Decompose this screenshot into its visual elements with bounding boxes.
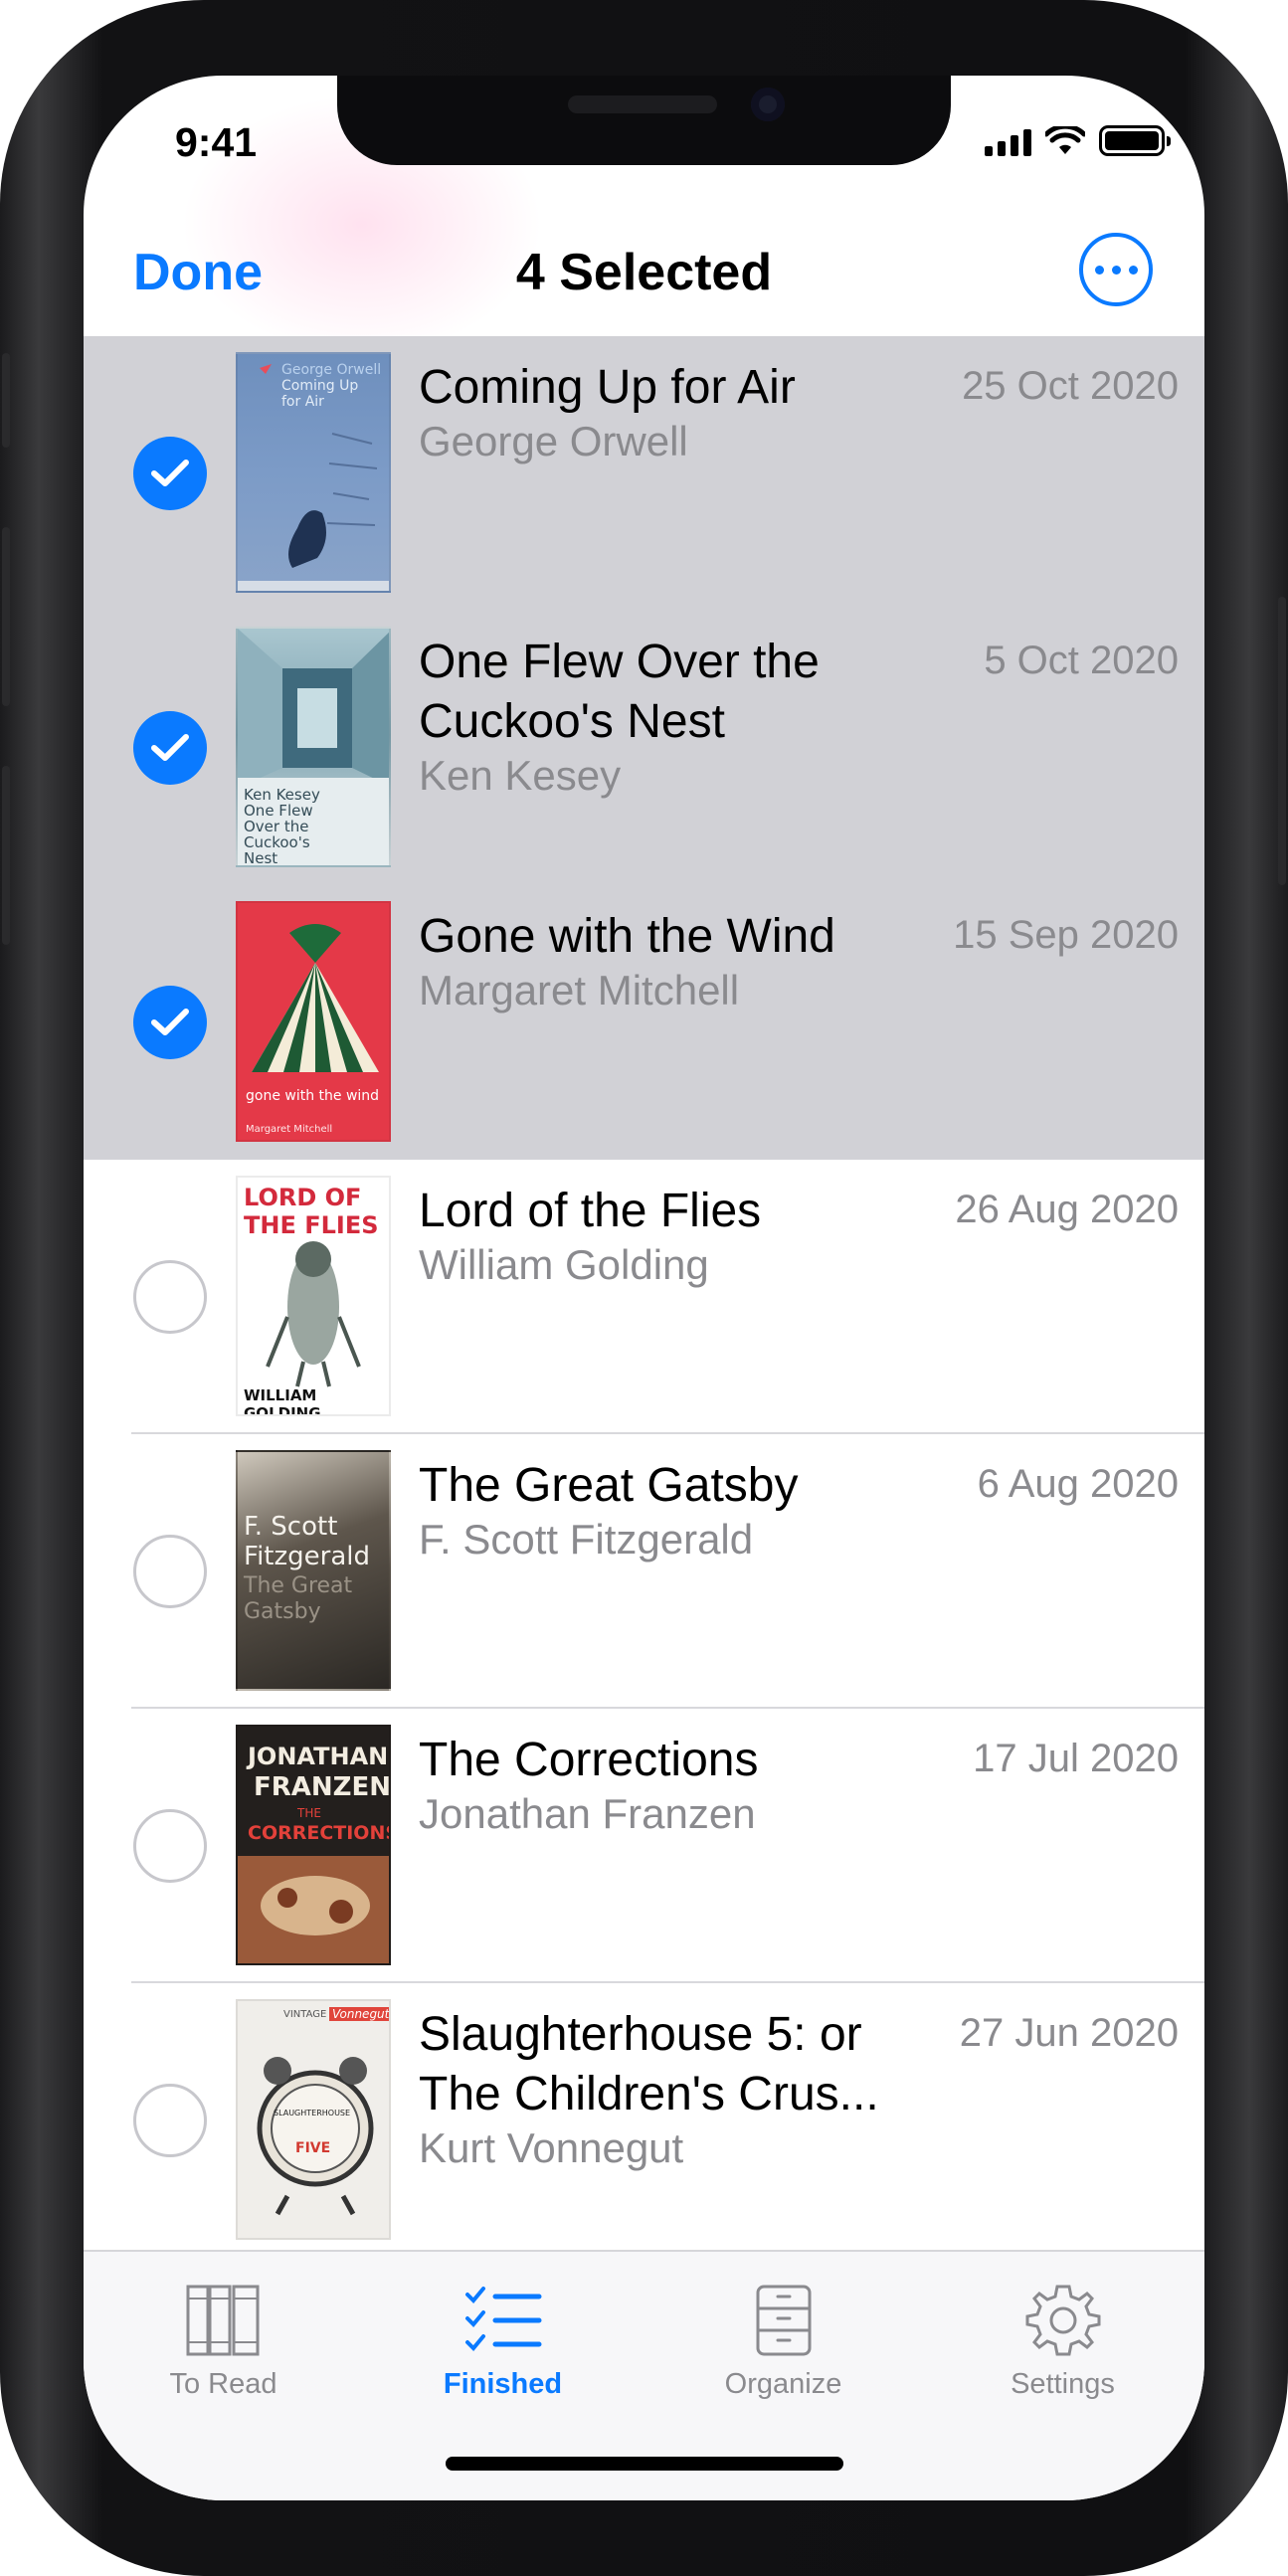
books-icon (186, 2285, 259, 2356)
cover-title: The Great (244, 1573, 353, 1598)
home-indicator[interactable] (446, 2457, 843, 2471)
cover-author: WILLIAM GOLDING (244, 1386, 321, 1416)
cover-illustration (252, 924, 379, 1072)
book-author: George Orwell (419, 418, 688, 464)
notch (337, 76, 951, 165)
unselected-circle-icon[interactable] (133, 1535, 207, 1608)
book-cover: gone with the wind Margaret Mitchell (236, 901, 391, 1142)
book-title: Slaughterhouse 5: or The Children's Crus… (419, 2008, 879, 2120)
book-date: 5 Oct 2020 (984, 639, 1179, 682)
navigation-bar: Done 4 Selected (84, 205, 1204, 336)
cover-author: F. Scott (244, 1512, 338, 1542)
checkmark-selected-icon[interactable] (133, 986, 207, 1059)
cover-author: Margaret Mitchell (246, 1124, 333, 1135)
book-author: Kurt Vonnegut (419, 2124, 684, 2171)
book-date: 17 Jul 2020 (973, 1737, 1179, 1780)
cabinet-icon (756, 2285, 811, 2356)
tab-label: Organize (724, 2368, 842, 2400)
tab-label: To Read (169, 2368, 277, 2400)
speaker-grille (568, 95, 717, 113)
book-row[interactable]: F. Scott Fitzgerald The Great Gatsby The… (84, 1434, 1204, 1709)
cover-title: SLAUGHTERHOUSE (274, 2109, 351, 2117)
book-author: Jonathan Franzen (419, 1790, 756, 1837)
tab-finished[interactable]: Finished (363, 2252, 643, 2401)
wifi-icon (1045, 126, 1085, 154)
checkmark-selected-icon[interactable] (133, 711, 207, 785)
book-row[interactable]: George Orwell Coming Up for Air Coming U… (84, 336, 1204, 611)
book-title: Lord of the Flies (419, 1185, 762, 1237)
gear-icon (1025, 2285, 1100, 2356)
book-date: 27 Jun 2020 (959, 2011, 1179, 2055)
unselected-circle-icon[interactable] (133, 1260, 207, 1334)
book-date: 6 Aug 2020 (977, 1462, 1179, 1506)
book-author: Ken Kesey (419, 752, 622, 799)
power-button (1278, 597, 1286, 885)
book-author: William Golding (419, 1241, 709, 1288)
silent-switch (2, 353, 10, 448)
book-cover: Ken Kesey One Flew Over the Cuckoo's Nes… (236, 627, 391, 867)
book-cover: LORD OF THE FLIES WILLIAM GOLDING (236, 1176, 391, 1416)
cover-title: gone with the wind (246, 1088, 380, 1104)
book-cover: VINTAGE Vonnegut SLAUGHTERHOUSE FIVE (236, 1999, 391, 2240)
book-list: George Orwell Coming Up for Air Coming U… (84, 336, 1204, 2250)
book-author: F. Scott Fitzgerald (419, 1516, 754, 1563)
book-title: Coming Up for Air (419, 361, 796, 414)
book-row[interactable]: VINTAGE Vonnegut SLAUGHTERHOUSE FIVE Sla… (84, 1983, 1204, 2250)
book-row[interactable]: JONATHAN FRANZEN THE CORRECTIONS The Cor… (84, 1709, 1204, 1983)
iphone-frame: 9:41 Done 4 Selected George Orwell Comin… (0, 0, 1288, 2576)
volume-up-button (2, 527, 10, 706)
book-cover: George Orwell Coming Up for Air (236, 352, 391, 593)
cover-title: Gatsby (244, 1599, 321, 1624)
tab-organize[interactable]: Organize (644, 2252, 923, 2401)
cover-title: FIVE (295, 2140, 331, 2156)
status-time: 9:41 (175, 119, 258, 165)
selection-title: 4 Selected (515, 244, 773, 301)
status-icons (985, 125, 1171, 156)
volume-down-button (2, 766, 10, 945)
book-row[interactable]: gone with the wind Margaret Mitchell Gon… (84, 885, 1204, 1160)
ellipsis-circle-icon[interactable] (1079, 233, 1153, 306)
cover-illustration (238, 1856, 389, 1963)
unselected-circle-icon[interactable] (133, 2084, 207, 2157)
book-title: Gone with the Wind (419, 910, 835, 963)
book-title: The Corrections (419, 1734, 759, 1786)
front-camera (751, 88, 785, 121)
cover-illustration (238, 364, 389, 591)
book-row[interactable]: Ken Kesey One Flew Over the Cuckoo's Nes… (84, 611, 1204, 885)
checkmark-selected-icon[interactable] (133, 437, 207, 510)
cover-title: Nest (244, 849, 278, 867)
book-date: 26 Aug 2020 (955, 1188, 1179, 1231)
cover-illustration (266, 1241, 361, 1387)
screen: 9:41 Done 4 Selected George Orwell Comin… (84, 76, 1204, 2500)
cover-illustration (257, 2057, 374, 2216)
tab-to-read[interactable]: To Read (84, 2252, 363, 2401)
cellular-signal-icon (985, 128, 1031, 156)
book-date: 15 Sep 2020 (953, 913, 1179, 957)
book-date: 25 Oct 2020 (962, 364, 1179, 408)
book-row[interactable]: LORD OF THE FLIES WILLIAM GOLDING Lord o… (84, 1160, 1204, 1434)
tab-label: Finished (443, 2368, 563, 2400)
checklist-icon (464, 2287, 541, 2351)
book-author: Margaret Mitchell (419, 967, 740, 1013)
book-cover: F. Scott Fitzgerald The Great Gatsby (236, 1450, 391, 1691)
book-title: The Great Gatsby (419, 1459, 799, 1512)
tab-label: Settings (1011, 2368, 1115, 2400)
battery-icon (1099, 125, 1171, 156)
tab-settings[interactable]: Settings (923, 2252, 1202, 2401)
cover-author: Fitzgerald (244, 1542, 370, 1571)
book-cover: JONATHAN FRANZEN THE CORRECTIONS (236, 1725, 391, 1965)
book-title: One Flew Over the Cuckoo's Nest (419, 636, 820, 748)
unselected-circle-icon[interactable] (133, 1809, 207, 1883)
